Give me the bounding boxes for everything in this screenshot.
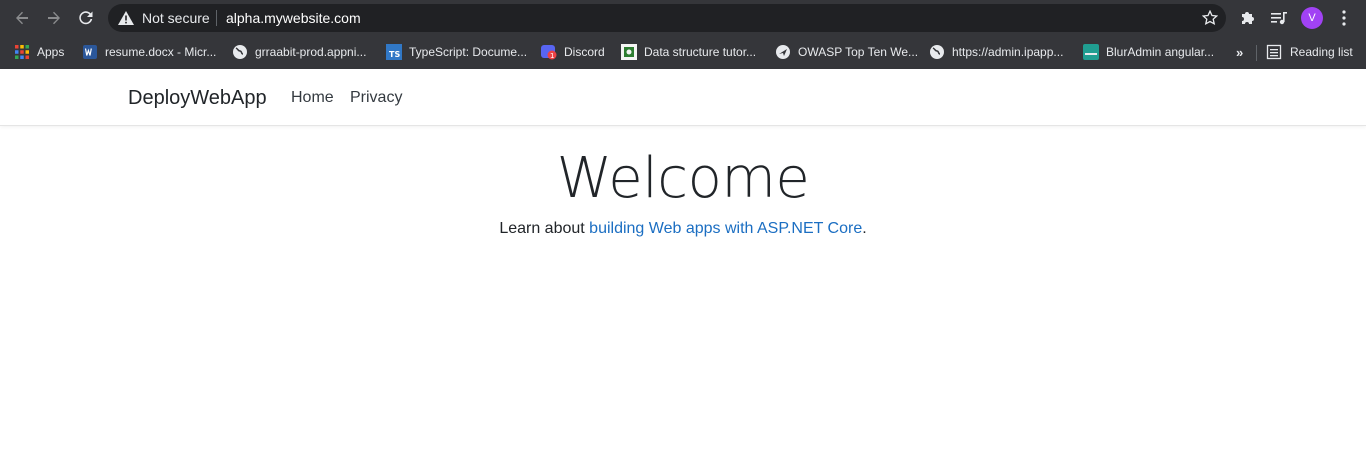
discord-icon: 1 [541,45,557,60]
globe-icon [233,45,247,59]
reading-list-label: Reading list [1290,45,1353,59]
apps-grid-icon [15,45,29,59]
extensions-button[interactable] [1236,7,1258,29]
page-heading: Welcome [556,146,810,211]
kebab-menu-icon [1342,10,1346,26]
bookmark-label: Apps [37,45,65,59]
media-control-button[interactable] [1268,7,1290,29]
intro-suffix: . [862,220,867,237]
bookmark-label: resume.docx - Micr... [105,45,217,59]
bookmark-ipapp[interactable]: https://admin.ipapp... [929,41,1063,63]
web-page: DeployWebApp Home Privacy Welcome Learn … [0,69,1366,464]
site-brand-link[interactable]: DeployWebApp [128,87,267,109]
owasp-icon [776,45,790,59]
profile-avatar[interactable]: V [1301,7,1323,29]
bookmark-label: Discord [564,45,605,59]
bookmarks-divider [1256,45,1257,61]
globe-icon [930,45,944,59]
intro-paragraph: Learn about building Web apps with ASP.N… [0,219,1366,239]
more-bookmarks-button[interactable]: » [1236,45,1243,60]
site-navbar: DeployWebApp Home Privacy [0,69,1366,126]
bookmark-label: Data structure tutor... [644,45,757,59]
bookmark-label: TypeScript: Docume... [409,45,528,59]
intro-text: Learn about [499,220,590,237]
reading-list-button[interactable]: Reading list [1266,41,1353,63]
bookmark-resume[interactable]: resume.docx - Micr... [82,41,216,63]
bookmark-grraabit[interactable]: grraabit-prod.appni... [232,41,366,63]
bookmark-label: https://admin.ipapp... [952,45,1064,59]
warning-icon [118,11,134,25]
reload-icon [79,11,93,25]
reload-button[interactable] [74,6,98,30]
reading-list-icon [1266,44,1282,60]
typescript-icon: TS [386,44,402,60]
bookmark-data-structure[interactable]: Data structure tutor... [621,41,756,63]
tutorial-icon [621,44,637,60]
nav-privacy-link[interactable]: Privacy [350,89,402,107]
address-divider [216,10,217,26]
playlist-icon [1271,12,1287,25]
back-button[interactable] [10,6,34,30]
bookmark-label: grraabit-prod.appni... [255,45,367,59]
forward-button[interactable] [42,6,66,30]
puzzle-icon [1242,12,1254,24]
bookmark-owasp[interactable]: OWASP Top Ten We... [775,41,918,63]
svg-text:1: 1 [550,52,554,60]
browser-toolbar: Not secure alpha.mywebsite.com V [0,0,1366,36]
bookmark-apps[interactable]: Apps [14,41,64,63]
bookmark-label: OWASP Top Ten We... [798,45,919,59]
bookmarks-bar: Apps resume.docx - Micr... grraabit-prod… [0,36,1366,69]
url-text[interactable]: alpha.mywebsite.com [226,10,361,26]
arrow-left-icon [16,11,28,25]
svg-text:TS: TS [389,50,400,59]
bookmark-typescript[interactable]: TS TypeScript: Docume... [386,41,527,63]
bookmark-star-icon[interactable] [1202,10,1218,26]
bookmark-discord[interactable]: 1 Discord [541,41,605,63]
nav-home-link[interactable]: Home [291,89,334,107]
security-status[interactable]: Not secure [142,10,210,26]
bluradmin-icon [1083,44,1099,60]
arrow-right-icon [48,11,60,25]
aspnet-docs-link[interactable]: building Web apps with ASP.NET Core [589,220,862,237]
word-icon [83,45,97,59]
browser-menu-button[interactable] [1333,7,1355,29]
address-bar[interactable]: Not secure alpha.mywebsite.com [108,4,1226,32]
bookmark-bluradmin[interactable]: BlurAdmin angular... [1083,41,1214,63]
bookmark-label: BlurAdmin angular... [1106,45,1215,59]
